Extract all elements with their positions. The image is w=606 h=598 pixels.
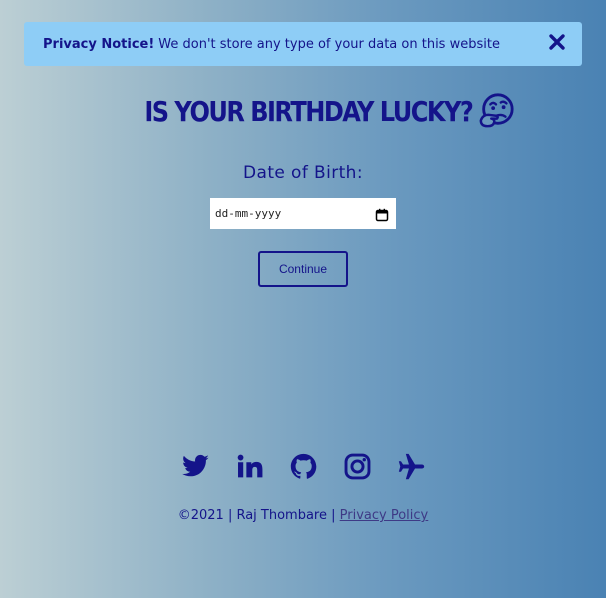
continue-button[interactable]: Continue bbox=[258, 251, 348, 287]
calendar-icon[interactable] bbox=[375, 207, 389, 221]
privacy-notice-banner: Privacy Notice! We don't store any type … bbox=[24, 22, 582, 66]
privacy-policy-link[interactable]: Privacy Policy bbox=[340, 508, 429, 523]
footer: ©2021 | Raj Thombare | Privacy Policy bbox=[0, 508, 606, 523]
social-links bbox=[0, 451, 606, 485]
github-icon[interactable] bbox=[288, 451, 318, 481]
thinking-face-icon bbox=[477, 92, 515, 130]
airplane-icon[interactable] bbox=[396, 451, 426, 481]
copyright-text: ©2021 | Raj Thombare | bbox=[177, 508, 336, 523]
date-placeholder: dd-mm-yyyy bbox=[215, 207, 282, 220]
instagram-icon[interactable] bbox=[342, 451, 372, 481]
date-of-birth-input[interactable]: dd-mm-yyyy bbox=[210, 198, 396, 229]
twitter-icon[interactable] bbox=[180, 451, 210, 481]
privacy-notice-title: Privacy Notice! bbox=[43, 36, 155, 52]
page-title-text: IS YOUR BIRTHDAY LUCKY? bbox=[144, 94, 474, 128]
linkedin-icon[interactable] bbox=[234, 451, 264, 481]
close-icon[interactable] bbox=[548, 33, 566, 51]
date-of-birth-label: Date of Birth: bbox=[243, 163, 363, 183]
page-title: IS YOUR BIRTHDAY LUCKY? bbox=[0, 92, 606, 130]
privacy-notice-text: We don't store any type of your data on … bbox=[158, 36, 500, 52]
